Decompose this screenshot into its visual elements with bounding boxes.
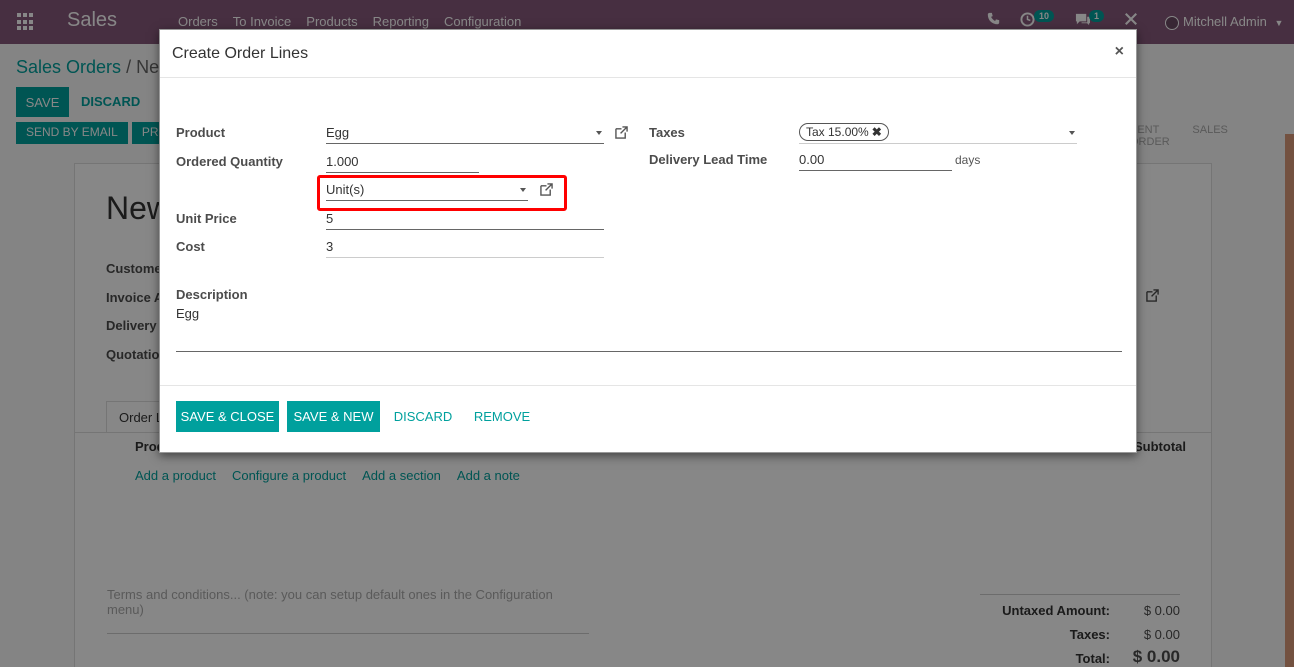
delivery-unit-label: days [955, 153, 981, 167]
external-link-icon[interactable] [615, 126, 628, 139]
save-close-button[interactable]: SAVE & CLOSE [176, 401, 279, 432]
dialog-header: Create Order Lines × [160, 30, 1136, 78]
create-order-lines-dialog: Create Order Lines × Product Egg Ordered… [159, 29, 1137, 453]
tax-tag-remove-icon[interactable]: ✖ [872, 125, 882, 139]
product-value: Egg [326, 125, 350, 140]
save-new-button[interactable]: SAVE & NEW [287, 401, 380, 432]
unit-price-value: 5 [326, 211, 334, 226]
description-field[interactable]: Egg [176, 306, 199, 321]
chevron-down-icon[interactable] [596, 131, 602, 135]
remove-button[interactable]: REMOVE [466, 401, 538, 432]
cost-label: Cost [176, 239, 205, 254]
delivery-lead-time-value: 0.00 [799, 152, 825, 167]
description-label: Description [176, 287, 248, 302]
ordered-quantity-value: 1.000 [326, 154, 359, 169]
taxes-label: Taxes [649, 125, 685, 140]
uom-highlight-box [317, 175, 567, 211]
description-underline [176, 351, 1122, 352]
unit-price-label: Unit Price [176, 211, 237, 226]
close-button[interactable]: × [1115, 43, 1124, 61]
product-label: Product [176, 125, 226, 140]
tax-tag: Tax 15.00% ✖ [799, 123, 889, 141]
cost-field[interactable]: 3 [326, 236, 604, 258]
chevron-down-icon[interactable] [1069, 131, 1075, 135]
dialog-title: Create Order Lines [172, 45, 309, 62]
delivery-lead-time-label: Delivery Lead Time [649, 152, 768, 167]
unit-price-field[interactable]: 5 [326, 208, 604, 230]
product-field[interactable]: Egg [326, 122, 604, 144]
delivery-lead-time-field[interactable]: 0.00 [799, 149, 952, 171]
ordered-quantity-label: Ordered Quantity [176, 154, 283, 169]
discard-button[interactable]: DISCARD [386, 401, 460, 432]
tax-tag-label: Tax 15.00% [806, 125, 869, 139]
cost-value: 3 [326, 239, 334, 254]
ordered-quantity-field[interactable]: 1.000 [326, 151, 479, 173]
